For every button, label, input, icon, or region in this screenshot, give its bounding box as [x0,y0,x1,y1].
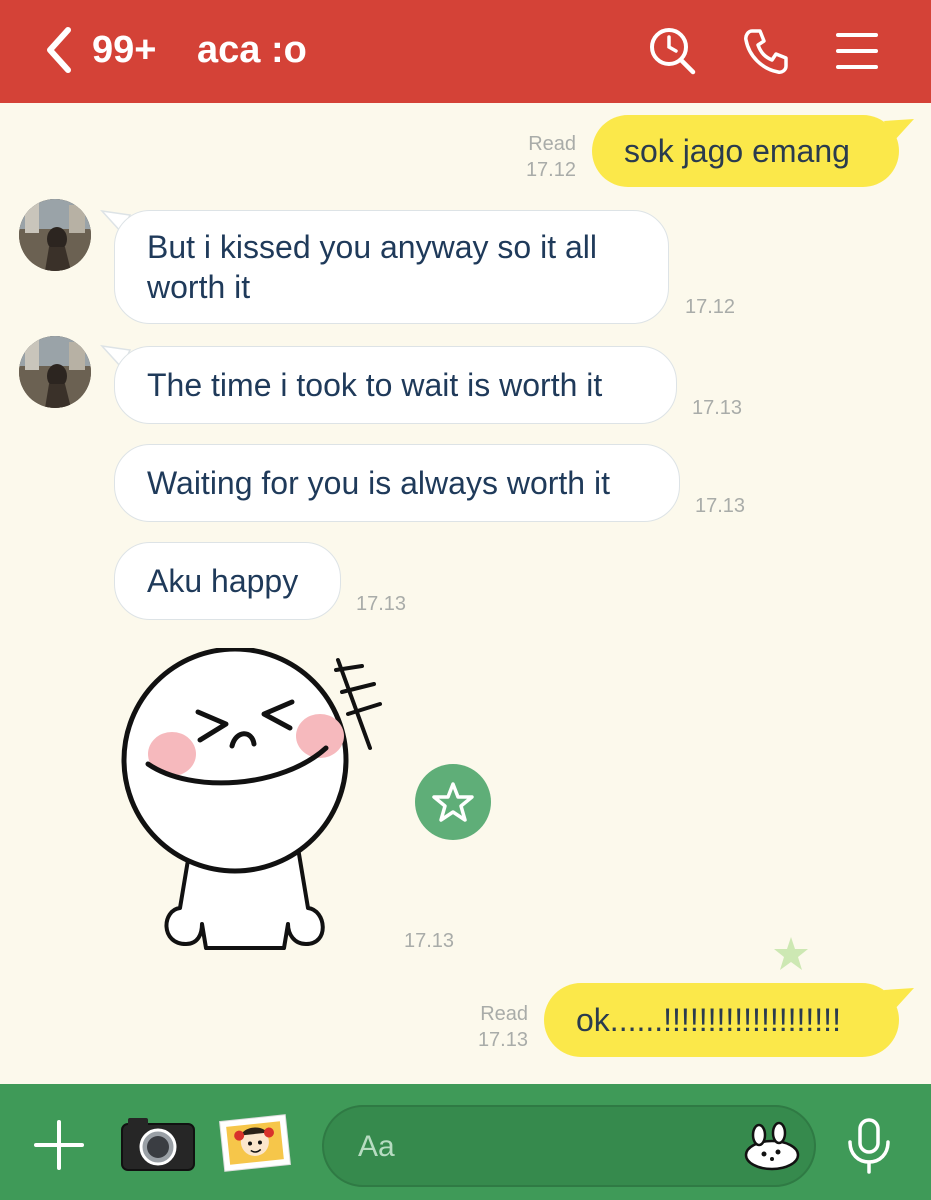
laughing-face-sticker[interactable] [112,648,392,958]
menu-icon [836,33,878,69]
voice-button[interactable] [846,1118,892,1174]
back-icon [47,27,71,73]
message-text: Waiting for you is always worth it [147,465,610,501]
star-icon [432,782,474,822]
bubble-tail [884,119,914,141]
add-button[interactable] [32,1118,86,1172]
back-button[interactable] [40,24,78,76]
incoming-message[interactable]: But i kissed you anyway so it all worth … [114,210,669,324]
chat-header: 99+ aca :o [0,0,931,103]
camera-icon [121,1118,195,1171]
message-list[interactable]: Read 17.12 sok jago emang But i kissed y… [0,103,931,1084]
message-time: 17.13 [356,593,407,615]
message-text: The time i took to wait is worth it [147,367,603,403]
avatar[interactable] [19,199,91,271]
message-time: 17.12 [685,296,736,318]
message-input-box[interactable] [322,1105,816,1187]
decorative-star-icon [774,937,808,970]
incoming-message[interactable]: Waiting for you is always worth it [114,444,680,522]
message-text: sok jago emang [624,133,850,169]
message-time: 17.12 [525,159,576,181]
photo-gallery-button[interactable] [218,1112,292,1174]
favorite-sticker-button[interactable] [415,764,491,840]
call-button[interactable] [740,25,792,77]
sticker-button[interactable] [742,1121,802,1173]
camera-button[interactable] [120,1114,196,1174]
search-button[interactable] [646,25,698,77]
message-text: But i kissed you anyway so it all worth … [147,229,597,305]
incoming-message[interactable]: The time i took to wait is worth it [114,346,677,424]
incoming-message[interactable]: Aku happy [114,542,341,620]
chat-title[interactable]: aca :o [197,28,307,72]
outgoing-message[interactable]: ok......!!!!!!!!!!!!!!!!!!!! [544,983,899,1057]
bubble-tail [884,988,914,1010]
search-icon [650,28,696,75]
microphone-icon [848,1118,890,1174]
message-time: 17.13 [404,930,455,952]
message-meta: Read 17.13 [452,1001,528,1053]
message-time: 17.13 [692,397,743,419]
avatar-image [19,336,91,408]
avatar[interactable] [19,336,91,408]
photo-gallery-icon [219,1114,291,1172]
message-meta: Read 17.12 [500,131,576,183]
read-status: Read [528,133,576,155]
plus-icon [34,1120,84,1170]
sticker-icon [744,1121,800,1171]
message-time: 17.13 [477,1029,528,1051]
message-time: 17.13 [695,495,746,517]
message-input[interactable] [358,1125,718,1169]
outgoing-message[interactable]: sok jago emang [592,115,899,187]
avatar-image [19,199,91,271]
message-text: ok......!!!!!!!!!!!!!!!!!!!! [576,1002,841,1038]
chat-input-bar [0,1084,931,1200]
unread-count[interactable]: 99+ [92,28,156,72]
menu-button[interactable] [834,25,886,77]
message-text: Aku happy [147,563,299,599]
read-status: Read [480,1003,528,1025]
phone-icon [744,29,788,74]
